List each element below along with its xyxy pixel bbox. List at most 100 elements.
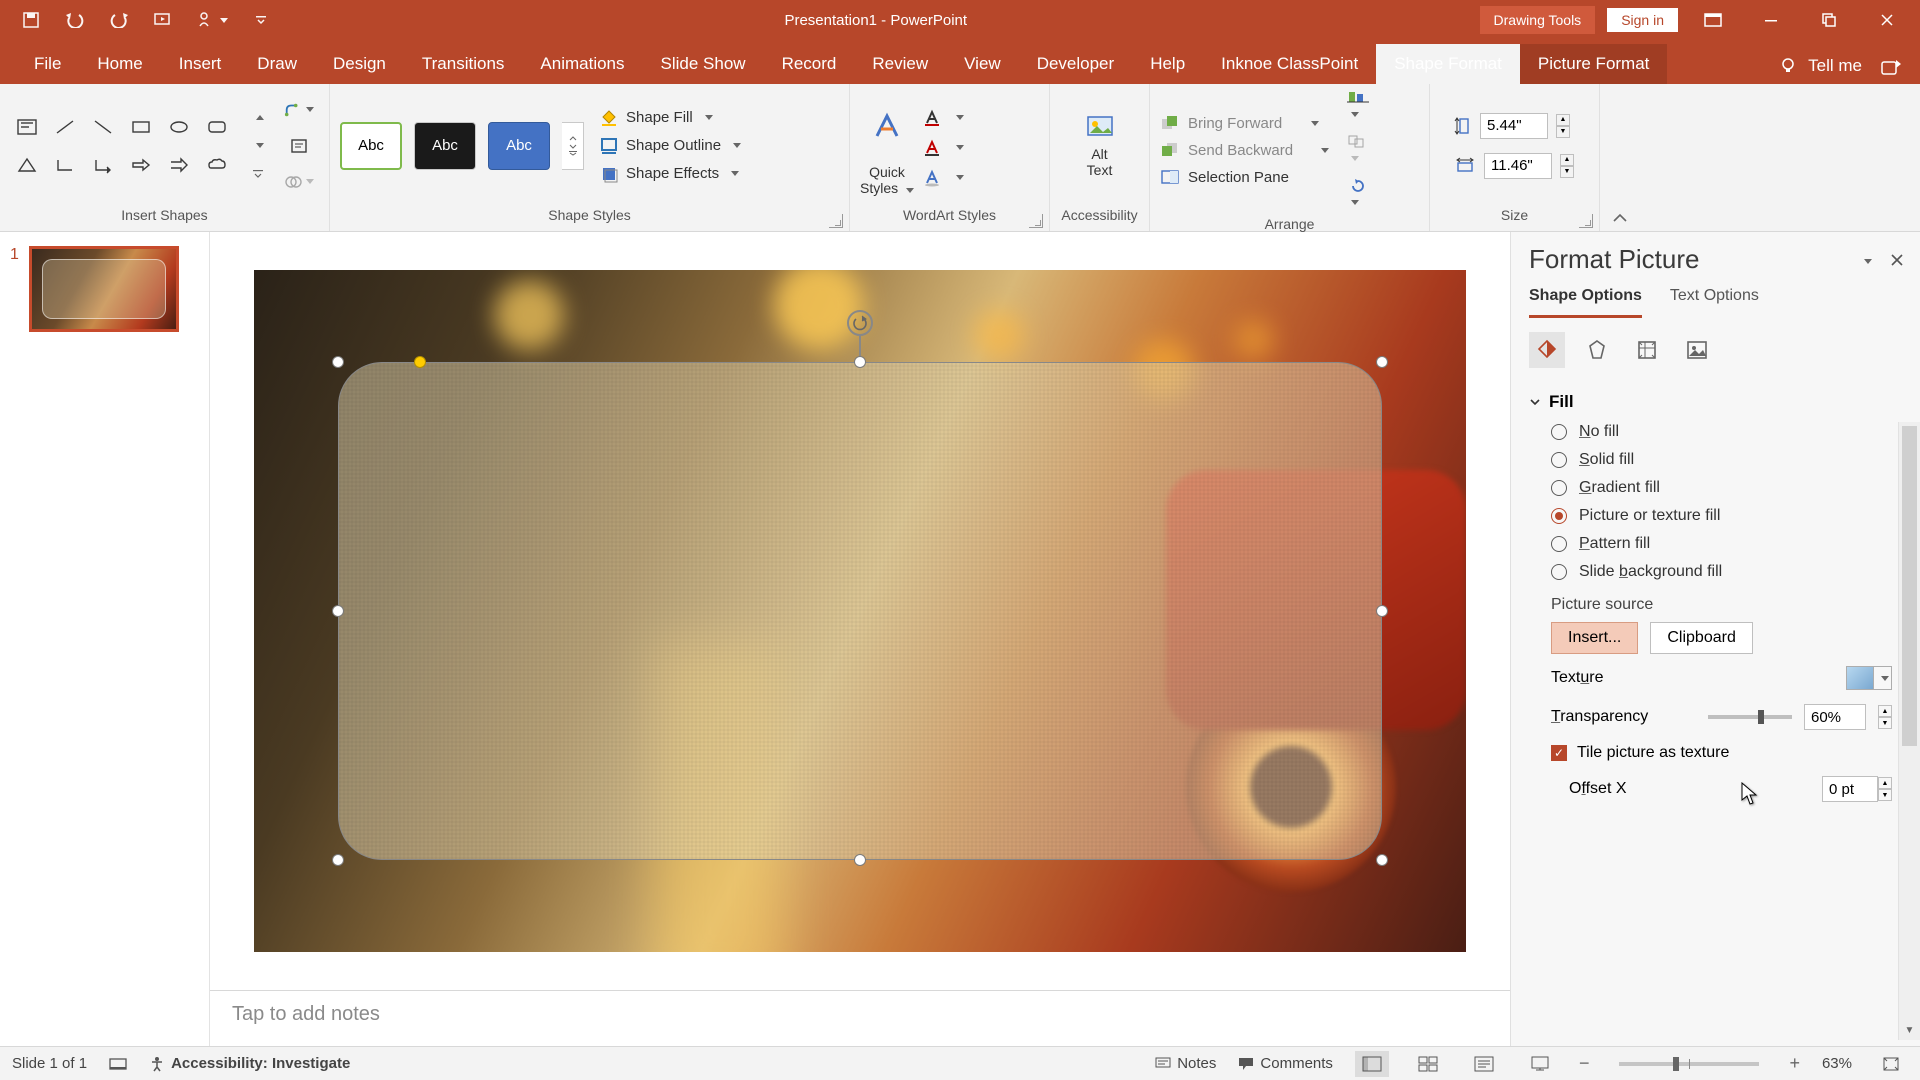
tab-review[interactable]: Review [854,44,946,84]
gallery-up-icon[interactable] [242,108,274,128]
pane-cat-fill-icon[interactable] [1529,332,1565,368]
tab-shape-format[interactable]: Shape Format [1376,44,1520,84]
transparency-input[interactable] [1804,704,1866,730]
tile-checkbox-row[interactable]: ✓ Tile picture as texture [1529,734,1892,766]
sorter-view-icon[interactable] [1411,1051,1445,1077]
language-icon[interactable] [109,1056,127,1072]
shape-line2-icon[interactable] [86,110,120,144]
radio-gradient-fill[interactable]: Gradient fill [1529,474,1892,502]
zoom-level[interactable]: 63% [1822,1055,1852,1072]
wordart-launcher-icon[interactable] [1029,214,1043,228]
sign-in-button[interactable]: Sign in [1607,8,1678,32]
reading-view-icon[interactable] [1467,1051,1501,1077]
pane-tab-shape-options[interactable]: Shape Options [1529,287,1642,318]
shape-arrow-icon[interactable] [124,148,158,182]
resize-handle-r[interactable] [1376,605,1388,617]
tab-animations[interactable]: Animations [522,44,642,84]
slideshow-view-icon[interactable] [1523,1051,1557,1077]
tab-transitions[interactable]: Transitions [404,44,523,84]
slide-thumbnail-1[interactable] [29,246,179,332]
collapse-ribbon-icon[interactable] [1600,84,1640,231]
adjust-handle[interactable] [414,356,426,368]
transparency-spin-up[interactable]: ▲ [1878,705,1892,717]
clipboard-button[interactable]: Clipboard [1650,622,1752,654]
fit-to-window-icon[interactable] [1874,1051,1908,1077]
height-spin-down[interactable]: ▼ [1556,126,1570,138]
resize-handle-tl[interactable] [332,356,344,368]
radio-solid-fill[interactable]: Solid fill [1529,446,1892,474]
tab-draw[interactable]: Draw [239,44,315,84]
touch-mode-icon[interactable] [196,9,228,31]
save-icon[interactable] [20,9,42,31]
rotate-handle[interactable] [847,310,873,336]
zoom-in-icon[interactable]: + [1789,1053,1800,1074]
resize-handle-l[interactable] [332,605,344,617]
offsetx-spin-down[interactable]: ▼ [1878,789,1892,801]
start-from-beginning-icon[interactable] [152,9,174,31]
offset-x-input[interactable] [1822,776,1878,802]
align-button[interactable] [1347,90,1369,122]
gallery-more-icon[interactable] [242,164,274,184]
shape-height-input[interactable] [1480,113,1548,139]
style-preset-3[interactable]: Abc [488,122,550,170]
fill-section-header[interactable]: Fill [1529,386,1892,418]
ribbon-display-options-icon[interactable] [1690,0,1736,40]
resize-handle-br[interactable] [1376,854,1388,866]
resize-handle-tr[interactable] [1376,356,1388,368]
quick-styles-button[interactable] [870,96,904,156]
transparency-spin-down[interactable]: ▼ [1878,717,1892,729]
tab-view[interactable]: View [946,44,1019,84]
share-icon[interactable] [1880,58,1920,84]
shapes-gallery-scroll[interactable] [242,108,274,184]
tab-slideshow[interactable]: Slide Show [643,44,764,84]
text-outline-button[interactable] [922,139,964,157]
insert-picture-button[interactable]: Insert... [1551,622,1638,654]
close-icon[interactable] [1864,0,1910,40]
pane-cat-picture-icon[interactable] [1679,332,1715,368]
style-preset-1[interactable]: Abc [340,122,402,170]
shape-lconnector-icon[interactable] [48,148,82,182]
tab-file[interactable]: File [16,44,79,84]
pane-cat-size-icon[interactable] [1629,332,1665,368]
shape-oval-icon[interactable] [162,110,196,144]
resize-handle-t[interactable] [854,356,866,368]
shape-roundrect-icon[interactable] [200,110,234,144]
zoom-slider[interactable] [1619,1062,1759,1066]
tab-home[interactable]: Home [79,44,160,84]
pane-options-icon[interactable] [1850,245,1882,275]
bring-forward-button[interactable]: Bring Forward [1160,115,1329,132]
text-fill-button[interactable] [922,109,964,127]
selection-pane-button[interactable]: Selection Pane [1160,169,1329,186]
style-preset-2[interactable]: Abc [414,122,476,170]
shape-outline-button[interactable]: Shape Outline [600,137,741,155]
alt-text-button[interactable]: AltText [1075,114,1125,178]
pane-tab-text-options[interactable]: Text Options [1670,287,1759,318]
tab-design[interactable]: Design [315,44,404,84]
normal-view-icon[interactable] [1355,1051,1389,1077]
shape-cloud-icon[interactable] [200,148,234,182]
qat-customize-icon[interactable] [250,9,272,31]
shape-fill-button[interactable]: Shape Fill [600,109,741,127]
shape-effects-button[interactable]: Shape Effects [600,165,741,183]
texture-dropdown-icon[interactable] [1874,666,1892,690]
rotate-button[interactable] [1347,178,1369,210]
pane-close-icon[interactable] [1882,247,1912,273]
radio-slide-bg-fill[interactable]: Slide background fill [1529,558,1892,586]
tab-insert[interactable]: Insert [161,44,240,84]
checkbox-checked-icon[interactable]: ✓ [1551,745,1567,761]
tab-developer[interactable]: Developer [1019,44,1133,84]
redo-icon[interactable] [108,9,130,31]
shape-line-icon[interactable] [48,110,82,144]
zoom-out-icon[interactable]: − [1579,1053,1590,1074]
shape-arrow2-icon[interactable] [162,148,196,182]
shape-styles-launcher-icon[interactable] [829,214,843,228]
resize-handle-bl[interactable] [332,854,344,866]
shape-triangle-icon[interactable] [10,148,44,182]
pane-cat-effects-icon[interactable] [1579,332,1615,368]
width-spin-down[interactable]: ▼ [1560,166,1574,178]
texture-swatch[interactable] [1846,666,1874,690]
transparency-slider[interactable] [1708,715,1792,719]
pane-scrollbar[interactable]: ▲ ▼ [1898,422,1920,1040]
shapes-gallery[interactable] [10,110,234,182]
send-backward-button[interactable]: Send Backward [1160,142,1329,159]
